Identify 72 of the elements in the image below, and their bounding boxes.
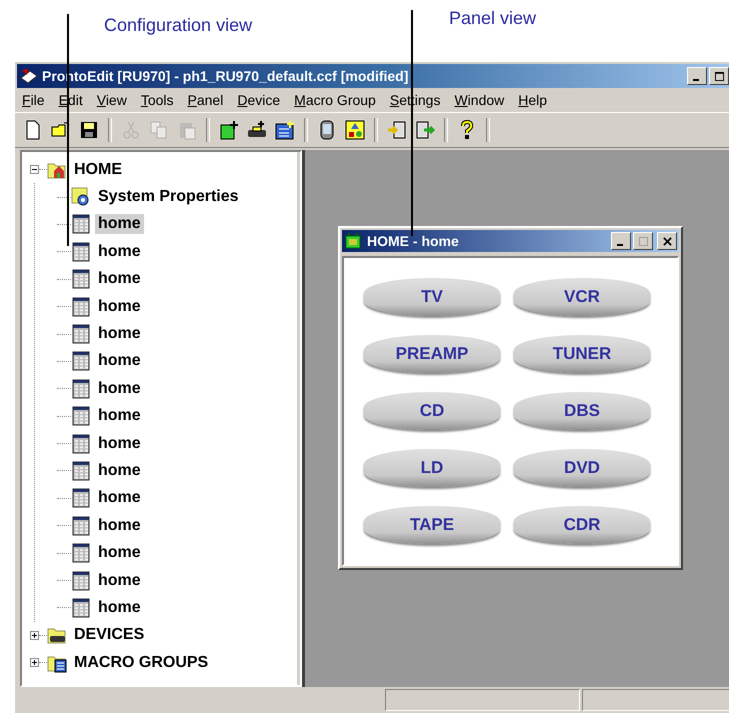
tree-item[interactable]: home [95, 378, 144, 399]
tree-item[interactable]: home [95, 406, 144, 426]
remote-button[interactable]: LD [364, 449, 500, 487]
tree-item[interactable]: home [95, 570, 144, 591]
grid-icon [71, 351, 91, 372]
minimize-icon [693, 78, 699, 80]
tree-item[interactable]: home [95, 214, 144, 234]
maximize-icon [638, 236, 648, 246]
tree-item[interactable]: home [95, 296, 144, 317]
tree-item[interactable]: home [95, 242, 144, 262]
minimize-button[interactable] [611, 232, 631, 250]
callout-label: Configuration view [104, 15, 252, 36]
remote-button[interactable]: TAPE [364, 506, 500, 544]
grid-icon [71, 269, 91, 290]
tree-item[interactable]: System Properties [95, 187, 242, 208]
grid-icon [71, 296, 91, 317]
tree-item[interactable]: home [95, 460, 144, 481]
menu-item[interactable]: Help [518, 92, 548, 108]
maximize-icon [714, 72, 724, 80]
callout-label: Panel view [449, 8, 536, 29]
grid-icon [71, 543, 91, 564]
menu-item[interactable]: View [96, 92, 127, 108]
close-button[interactable] [657, 232, 677, 250]
app-icon [20, 68, 38, 84]
tree-item[interactable]: HOME [71, 160, 125, 180]
remote-button[interactable]: DVD [514, 449, 650, 487]
grid-icon [71, 214, 91, 234]
remote-button[interactable]: VCR [514, 278, 650, 316]
tree-item[interactable]: home [95, 351, 144, 372]
grid-icon [71, 570, 91, 591]
tree-item[interactable]: MACRO GROUPS [71, 652, 212, 673]
remote-button[interactable]: TUNER [514, 335, 650, 373]
grid-icon [71, 598, 91, 618]
maximize-button[interactable] [633, 232, 653, 250]
remote-button[interactable]: TV [364, 278, 500, 316]
menu-item[interactable]: Window [454, 92, 504, 108]
menu-item[interactable]: Device [237, 92, 280, 108]
tree-item[interactable]: home [95, 598, 144, 618]
tree-item[interactable]: home [95, 324, 144, 344]
menu-item[interactable]: Panel [188, 92, 224, 108]
remote-button[interactable]: CD [364, 392, 500, 430]
collapse-icon[interactable] [30, 165, 39, 174]
gear-icon [71, 187, 91, 208]
window-title: ProntoEdit [RU970] - ph1_RU970_default.ccf [modified] [42, 68, 410, 84]
tree-item[interactable]: home [95, 488, 144, 508]
minimize-button[interactable] [687, 67, 707, 85]
remote-button[interactable]: DBS [514, 392, 650, 430]
grid-icon [71, 242, 91, 262]
grid-icon [71, 324, 91, 344]
tree-item[interactable]: home [95, 543, 144, 564]
window-title: HOME - home [367, 233, 460, 249]
tree-item[interactable]: DEVICES [71, 625, 148, 646]
tree-item[interactable]: home [95, 269, 144, 290]
remote-icon [345, 233, 361, 249]
expand-icon[interactable] [30, 630, 39, 640]
tree-item[interactable]: home [95, 434, 144, 454]
grid-icon [71, 378, 91, 399]
grid-icon [71, 460, 91, 481]
grid-icon [71, 434, 91, 454]
grid-icon [71, 406, 91, 426]
remote-button[interactable]: PREAMP [364, 335, 500, 373]
menu-item[interactable]: File [22, 92, 45, 108]
menu-item[interactable]: Macro Group [294, 92, 376, 108]
grid-icon [71, 488, 91, 508]
maximize-button[interactable] [709, 67, 729, 85]
tree-item[interactable]: home [95, 516, 144, 536]
grid-icon [71, 516, 91, 536]
expand-icon[interactable] [30, 658, 39, 668]
menu-item[interactable]: Tools [140, 92, 174, 108]
close-icon [662, 236, 672, 246]
remote-button[interactable]: CDR [514, 506, 650, 544]
minimize-icon [617, 244, 623, 246]
